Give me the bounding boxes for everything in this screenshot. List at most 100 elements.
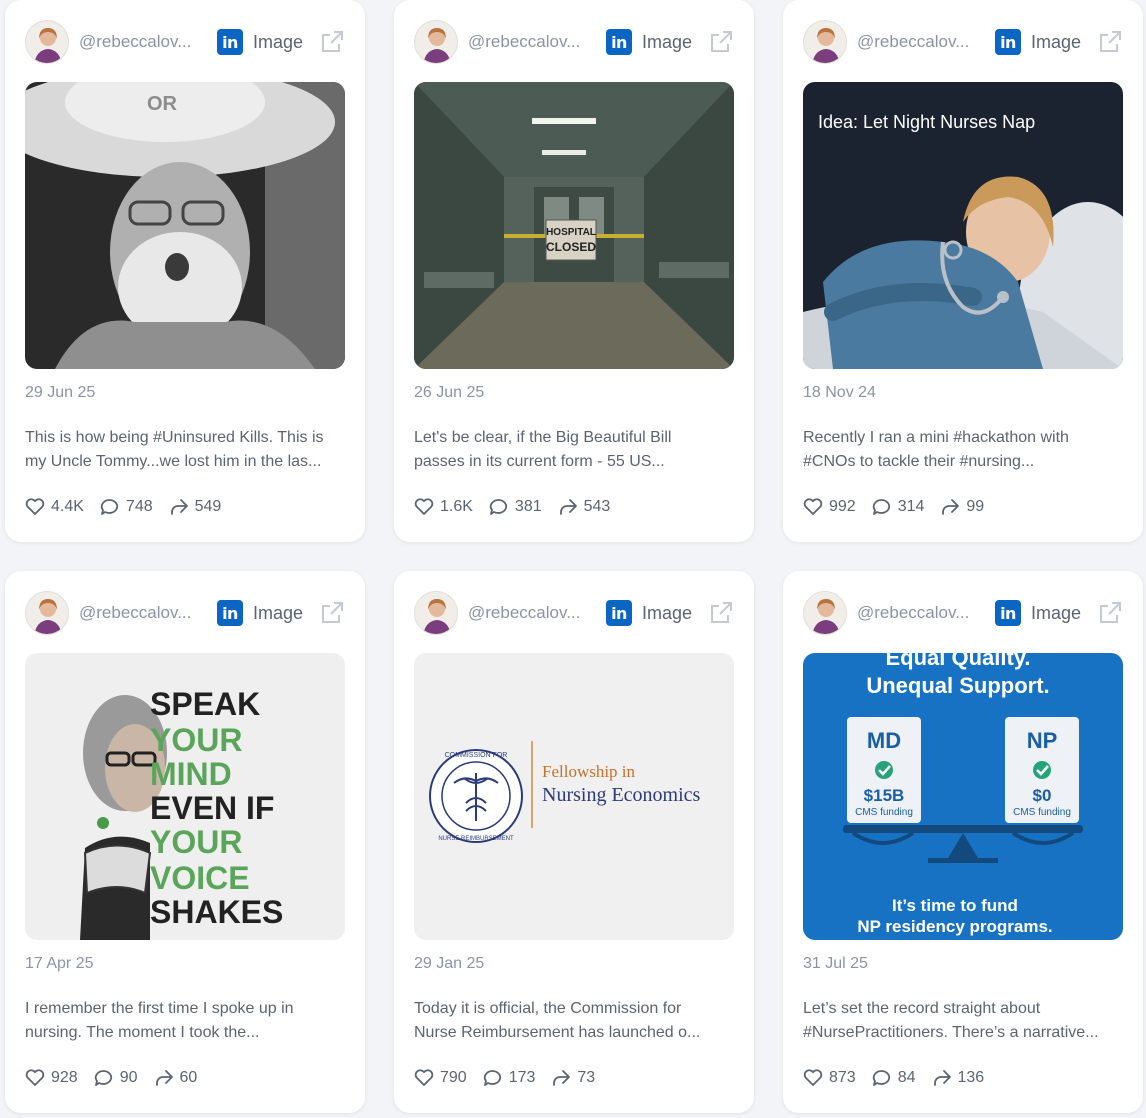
post-card[interactable]: @rebeccalov... in Image COMMISSION FOR N… [394, 571, 754, 1113]
post-card[interactable]: @rebeccalov... in Image Equal Quality. U… [783, 571, 1143, 1113]
avatar[interactable] [25, 591, 69, 635]
np-amount: $0 [1033, 786, 1052, 805]
engagement-stats: 790 173 73 [414, 1069, 611, 1087]
author-handle[interactable]: @rebeccalov... [468, 603, 596, 623]
post-excerpt[interactable]: Today it is official, the Commission for… [414, 997, 736, 1045]
comment-icon [483, 1070, 501, 1086]
comments-count: 84 [897, 1069, 916, 1086]
sign-line-2: CLOSED [546, 240, 596, 254]
heart-icon [25, 1069, 45, 1086]
post-image[interactable]: OR [25, 82, 345, 369]
likes-count: 4.4K [51, 498, 84, 515]
comments-count: 381 [514, 498, 542, 515]
excerpt-line: Nurse Reimbursement has launched o... [414, 1024, 701, 1041]
external-link-icon[interactable] [708, 600, 734, 626]
poster-line: EVEN IF [150, 790, 274, 826]
avatar[interactable] [414, 20, 458, 64]
linkedin-icon: in [606, 29, 632, 55]
avatar[interactable] [414, 591, 458, 635]
comments-stat: 314 [872, 498, 924, 516]
shares-count: 136 [957, 1069, 985, 1086]
post-image[interactable]: HOSPITAL CLOSED [414, 82, 734, 369]
post-image[interactable]: COMMISSION FOR NURSE REIMBURSEMENT Fello… [414, 653, 734, 940]
poster-line: MIND [150, 756, 232, 792]
post-date: 18 Nov 24 [803, 384, 876, 401]
post-date: 26 Jun 25 [414, 384, 485, 401]
avatar[interactable] [803, 591, 847, 635]
external-link-icon[interactable] [319, 29, 345, 55]
comments-count: 90 [119, 1069, 138, 1086]
infographic-footer-2: NP residency programs. [857, 917, 1052, 936]
post-excerpt[interactable]: Recently I ran a mini #hackathon with #C… [803, 426, 1125, 474]
heart-icon [25, 498, 45, 515]
poster-line: YOUR [150, 722, 242, 758]
post-excerpt[interactable]: Let's be clear, if the Big Beautiful Bil… [414, 426, 736, 474]
post-date: 31 Jul 25 [803, 955, 868, 972]
external-link-icon[interactable] [708, 29, 734, 55]
author-handle[interactable]: @rebeccalov... [857, 603, 985, 623]
author-handle[interactable]: @rebeccalov... [857, 32, 985, 52]
shares-count: 543 [583, 498, 611, 515]
share-icon [942, 499, 960, 515]
excerpt-line: Today it is official, the Commission for [414, 1000, 682, 1017]
shares-stat: 73 [551, 1069, 595, 1087]
post-type-label: Image [642, 31, 693, 52]
avatar[interactable] [25, 20, 69, 64]
author-handle[interactable]: @rebeccalov... [468, 32, 596, 52]
heart-icon [803, 1069, 823, 1086]
heart-icon [414, 498, 434, 515]
comment-icon [872, 499, 890, 515]
avatar[interactable] [803, 20, 847, 64]
linkedin-icon: in [217, 600, 243, 626]
external-link-icon[interactable] [319, 600, 345, 626]
post-excerpt[interactable]: This is how being #Uninsured Kills. This… [25, 426, 347, 474]
post-image[interactable]: SPEAK YOUR MIND EVEN IF YOUR VOICE SHAKE… [25, 653, 345, 940]
share-icon [553, 1070, 571, 1086]
author-handle[interactable]: @rebeccalov... [79, 32, 207, 52]
post-type-label: Image [1031, 602, 1082, 623]
post-card[interactable]: @rebeccalov... in Image SPEAK YOUR MIND … [5, 571, 365, 1113]
heart-icon [803, 498, 823, 515]
hat-logo-text: OR [147, 93, 178, 115]
comments-count: 173 [508, 1069, 536, 1086]
external-link-icon[interactable] [1097, 29, 1123, 55]
linkedin-icon: in [995, 29, 1021, 55]
seal-text-top: COMMISSION FOR [445, 752, 508, 759]
shares-stat: 543 [558, 498, 611, 516]
poster-line: SPEAK [150, 686, 260, 722]
poster-line: VOICE [150, 860, 250, 896]
share-icon [559, 499, 577, 515]
excerpt-line: my Uncle Tommy...we lost him in the las.… [25, 453, 322, 470]
post-excerpt[interactable]: Let’s set the record straight about #Nur… [803, 997, 1125, 1045]
post-excerpt[interactable]: I remember the first time I spoke up in … [25, 997, 347, 1045]
post-image[interactable]: Equal Quality. Unequal Support. MD NP $1… [803, 653, 1123, 940]
linkedin-icon: in [217, 29, 243, 55]
infographic-heading-2: Unequal Support. [866, 673, 1049, 698]
excerpt-line: nursing. The moment I took the... [25, 1024, 260, 1041]
post-card[interactable]: @rebeccalov... in Image OR 29 Jun 25 Thi… [5, 0, 365, 542]
md-note: CMS funding [855, 807, 913, 818]
excerpt-line: I remember the first time I spoke up in [25, 1000, 294, 1017]
external-link-icon[interactable] [1097, 600, 1123, 626]
author-handle[interactable]: @rebeccalov... [79, 603, 207, 623]
post-card[interactable]: @rebeccalov... in Image HOSPITAL CLOSED … [394, 0, 754, 542]
likes-count: 1.6K [440, 498, 473, 515]
excerpt-line: Let’s set the record straight about [803, 1000, 1041, 1017]
post-card[interactable]: @rebeccalov... in Image Idea: Let Night … [783, 0, 1143, 542]
comments-stat: 381 [489, 498, 542, 516]
likes-count: 873 [829, 1069, 856, 1086]
excerpt-line: Recently I ran a mini #hackathon with [803, 429, 1069, 446]
likes-count: 790 [440, 1069, 467, 1086]
shares-count: 99 [966, 498, 985, 515]
post-image[interactable]: Idea: Let Night Nurses Nap [803, 82, 1123, 369]
infographic-footer-1: It’s time to fund [892, 896, 1018, 915]
card-header: @rebeccalov... in Image [803, 20, 1123, 64]
shares-stat: 60 [154, 1069, 197, 1087]
likes-stat: 992 [803, 498, 856, 516]
likes-stat: 928 [25, 1069, 78, 1087]
post-type-label: Image [642, 602, 693, 623]
post-type-label: Image [253, 602, 304, 623]
share-icon [155, 1070, 173, 1086]
post-date: 29 Jun 25 [25, 384, 96, 401]
likes-stat: 873 [803, 1069, 856, 1087]
